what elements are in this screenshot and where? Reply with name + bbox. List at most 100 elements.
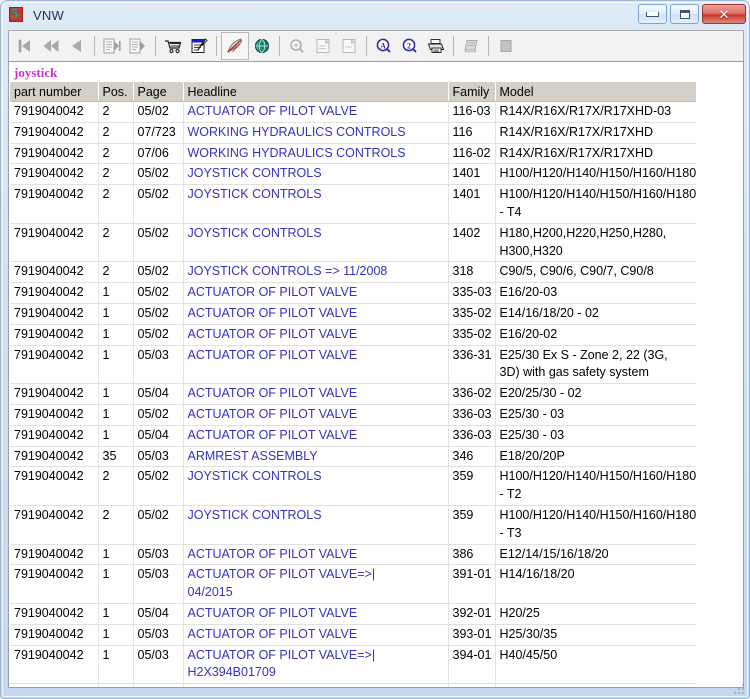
row-headline[interactable]: ACTUATOR OF PILOT VALVE: [183, 683, 449, 687]
page-copy-button[interactable]: [336, 33, 362, 59]
row-position: 1: [98, 564, 134, 604]
row-model: H100/H120/H140/H150/H160/H180 - T4: [495, 184, 696, 224]
maximize-button[interactable]: [670, 4, 699, 24]
table-row[interactable]: 7919040042 1 05/04 ACTUATOR OF PILOT VALVE 3…: [10, 603, 696, 625]
row-headline[interactable]: ACTUATOR OF PILOT VALVE: [183, 383, 449, 405]
row-headline[interactable]: ACTUATOR OF PILOT VALVE=>| H2X394B01709: [183, 645, 449, 685]
table-row[interactable]: 7919040042 1 05/04 ACTUATOR OF PILOT VALVE 3…: [10, 425, 696, 447]
next-record-button[interactable]: [99, 33, 125, 59]
row-headline[interactable]: JOYSTICK CONTROLS: [183, 223, 449, 263]
row-headline[interactable]: ACTUATOR OF PILOT VALVE: [183, 345, 449, 385]
print-button[interactable]: [423, 33, 449, 59]
table-row[interactable]: 7919040042 1 05/04 ACTUATOR OF PILOT VALVE 3…: [10, 383, 696, 405]
table-row[interactable]: 7919040042 2 05/02 JOYSTICK CONTROLS 359 H100…: [10, 505, 696, 545]
close-button[interactable]: ✕: [702, 4, 746, 24]
row-headline[interactable]: JOYSTICK CONTROLS: [183, 163, 449, 186]
table-row[interactable]: 7919040042 1 05/02 ACTUATOR OF PILOT VALVE 3…: [10, 404, 696, 426]
bookmark-button[interactable]: [221, 32, 249, 60]
row-part-number: 7919040042: [10, 404, 99, 426]
row-headline[interactable]: ACTUATOR OF PILOT VALVE: [183, 425, 449, 447]
row-headline[interactable]: ACTUATOR OF PILOT VALVE: [183, 303, 449, 325]
globe-button[interactable]: [249, 33, 275, 59]
row-part-number: 7919040042: [10, 446, 99, 468]
table-row[interactable]: 7919040042105/03ACTUATOR OF PILOT VALVE3…: [10, 624, 696, 646]
row-part-number: 7919040042: [10, 645, 99, 685]
table-row[interactable]: 7919040042 2 05/02 JOYSTICK CONTROLS 359 H100…: [10, 466, 696, 506]
resize-gripper[interactable]: [734, 684, 746, 696]
row-headline[interactable]: ACTUATOR OF PILOT VALVE: [183, 404, 449, 426]
annotate-2-button[interactable]: 2: [397, 33, 423, 59]
column-header-pos[interactable]: Pos.: [98, 82, 134, 102]
table-row[interactable]: 7919040042 1 05/02 ACTUATOR OF PILOT VALVE 3…: [10, 303, 696, 325]
row-family: 394-01: [448, 645, 496, 685]
row-position: 1: [98, 345, 134, 385]
first-record-button[interactable]: [12, 33, 38, 59]
row-family: 1402: [448, 223, 496, 263]
table-row[interactable]: 7919040042 1 05/03 ACTUATOR OF PILOT VALVE=…: [10, 645, 696, 685]
row-part-number: 7919040042: [10, 143, 99, 165]
row-headline[interactable]: JOYSTICK CONTROLS => 11/2008: [183, 261, 449, 284]
row-model: R14X/R16X/R17X/R17XHD: [495, 122, 696, 144]
row-headline[interactable]: ACTUATOR OF PILOT VALVE: [183, 324, 449, 346]
row-family: 336-03: [448, 425, 496, 447]
table-row[interactable]: 7919040042 2 07/723 WORKING HYDRAULICS CONT…: [10, 122, 696, 144]
table-row[interactable]: 7919040042105/03ACTUATOR OF PILOT VALVE3…: [10, 345, 696, 385]
page-view-button[interactable]: [310, 33, 336, 59]
table-row[interactable]: 7919040042 2 07/06 WORKING HYDRAULICS CONTR…: [10, 143, 696, 165]
order-form-button[interactable]: [186, 33, 212, 59]
table-row[interactable]: 7919040042 35 05/03 ARMREST ASSEMBLY 346 E18/…: [10, 446, 696, 468]
table-row[interactable]: 7919040042105/03ACTUATOR OF PILOT VALVE3…: [10, 683, 696, 687]
row-page: 05/02: [133, 466, 184, 506]
previous-record-button[interactable]: [64, 33, 90, 59]
minimize-button[interactable]: [638, 4, 667, 24]
table-row[interactable]: 7919040042 2 05/02 JOYSTICK CONTROLS 1401 H10…: [10, 184, 696, 224]
double-arrow-left-icon: [43, 40, 59, 52]
row-position: 1: [98, 603, 134, 625]
row-headline[interactable]: WORKING HYDRAULICS CONTROLS: [183, 122, 449, 144]
column-header-part-number[interactable]: part number: [10, 82, 99, 102]
toolbar-separator: [279, 36, 280, 56]
maximize-icon: [679, 9, 690, 19]
row-headline[interactable]: ACTUATOR OF PILOT VALVE: [183, 101, 449, 123]
row-page: 05/03: [133, 446, 184, 468]
column-header-model[interactable]: Model: [495, 82, 696, 102]
row-part-number: 7919040042: [10, 564, 99, 604]
row-headline[interactable]: ACTUATOR OF PILOT VALVE: [183, 603, 449, 625]
row-model: E25/30 - 03: [495, 425, 696, 447]
table-row[interactable]: 7919040042 1 05/03 ACTUATOR OF PILOT VALVE=…: [10, 564, 696, 604]
row-headline[interactable]: ACTUATOR OF PILOT VALVE: [183, 544, 449, 566]
row-family: 116: [448, 122, 496, 144]
table-row[interactable]: 7919040042 1 05/02 ACTUATOR OF PILOT VALVE 3…: [10, 282, 696, 304]
zoom-button[interactable]: [284, 33, 310, 59]
column-header-page[interactable]: Page: [133, 82, 184, 102]
table-row[interactable]: 7919040042 2 05/02 ACTUATOR OF PILOT VALVE 1…: [10, 101, 696, 123]
row-headline[interactable]: ARMREST ASSEMBLY: [183, 446, 449, 468]
row-headline[interactable]: JOYSTICK CONTROLS: [183, 466, 449, 506]
title-bar[interactable]: 5 VNW ✕: [1, 1, 750, 29]
row-position: 2: [98, 163, 134, 186]
table-row[interactable]: 7919040042 1 05/02 ACTUATOR OF PILOT VALVE 3…: [10, 324, 696, 346]
row-headline[interactable]: ACTUATOR OF PILOT VALVE: [183, 624, 449, 646]
shopping-cart-button[interactable]: [160, 33, 186, 59]
stop-button[interactable]: [493, 33, 519, 59]
row-headline[interactable]: ACTUATOR OF PILOT VALVE: [183, 282, 449, 304]
previous-page-button[interactable]: [38, 33, 64, 59]
row-headline[interactable]: JOYSTICK CONTROLS: [183, 505, 449, 545]
row-headline[interactable]: ACTUATOR OF PILOT VALVE=>| 04/2015: [183, 564, 449, 604]
table-row[interactable]: 7919040042105/03ACTUATOR OF PILOT VALVE3…: [10, 544, 696, 566]
notes-button[interactable]: [458, 33, 484, 59]
column-header-family[interactable]: Family: [448, 82, 496, 102]
row-position: 1: [98, 303, 134, 325]
row-part-number: 7919040042: [10, 122, 99, 144]
row-headline[interactable]: JOYSTICK CONTROLS: [183, 184, 449, 224]
column-header-headline[interactable]: Headline: [183, 82, 449, 102]
table-row[interactable]: 7919040042 2 05/02 JOYSTICK CONTROLS 1401 H10…: [10, 163, 696, 186]
row-headline[interactable]: WORKING HYDRAULICS CONTROLS: [183, 143, 449, 165]
row-position: 2: [98, 101, 134, 123]
table-row[interactable]: 7919040042 2 05/02 JOYSTICK CONTROLS => 11/…: [10, 261, 696, 284]
last-record-button[interactable]: [125, 33, 151, 59]
document-next-icon: [103, 38, 121, 54]
row-page: 05/02: [133, 303, 184, 325]
table-row[interactable]: 7919040042 2 05/02 JOYSTICK CONTROLS 1402 H18…: [10, 223, 696, 263]
annotate-a-button[interactable]: A: [371, 33, 397, 59]
